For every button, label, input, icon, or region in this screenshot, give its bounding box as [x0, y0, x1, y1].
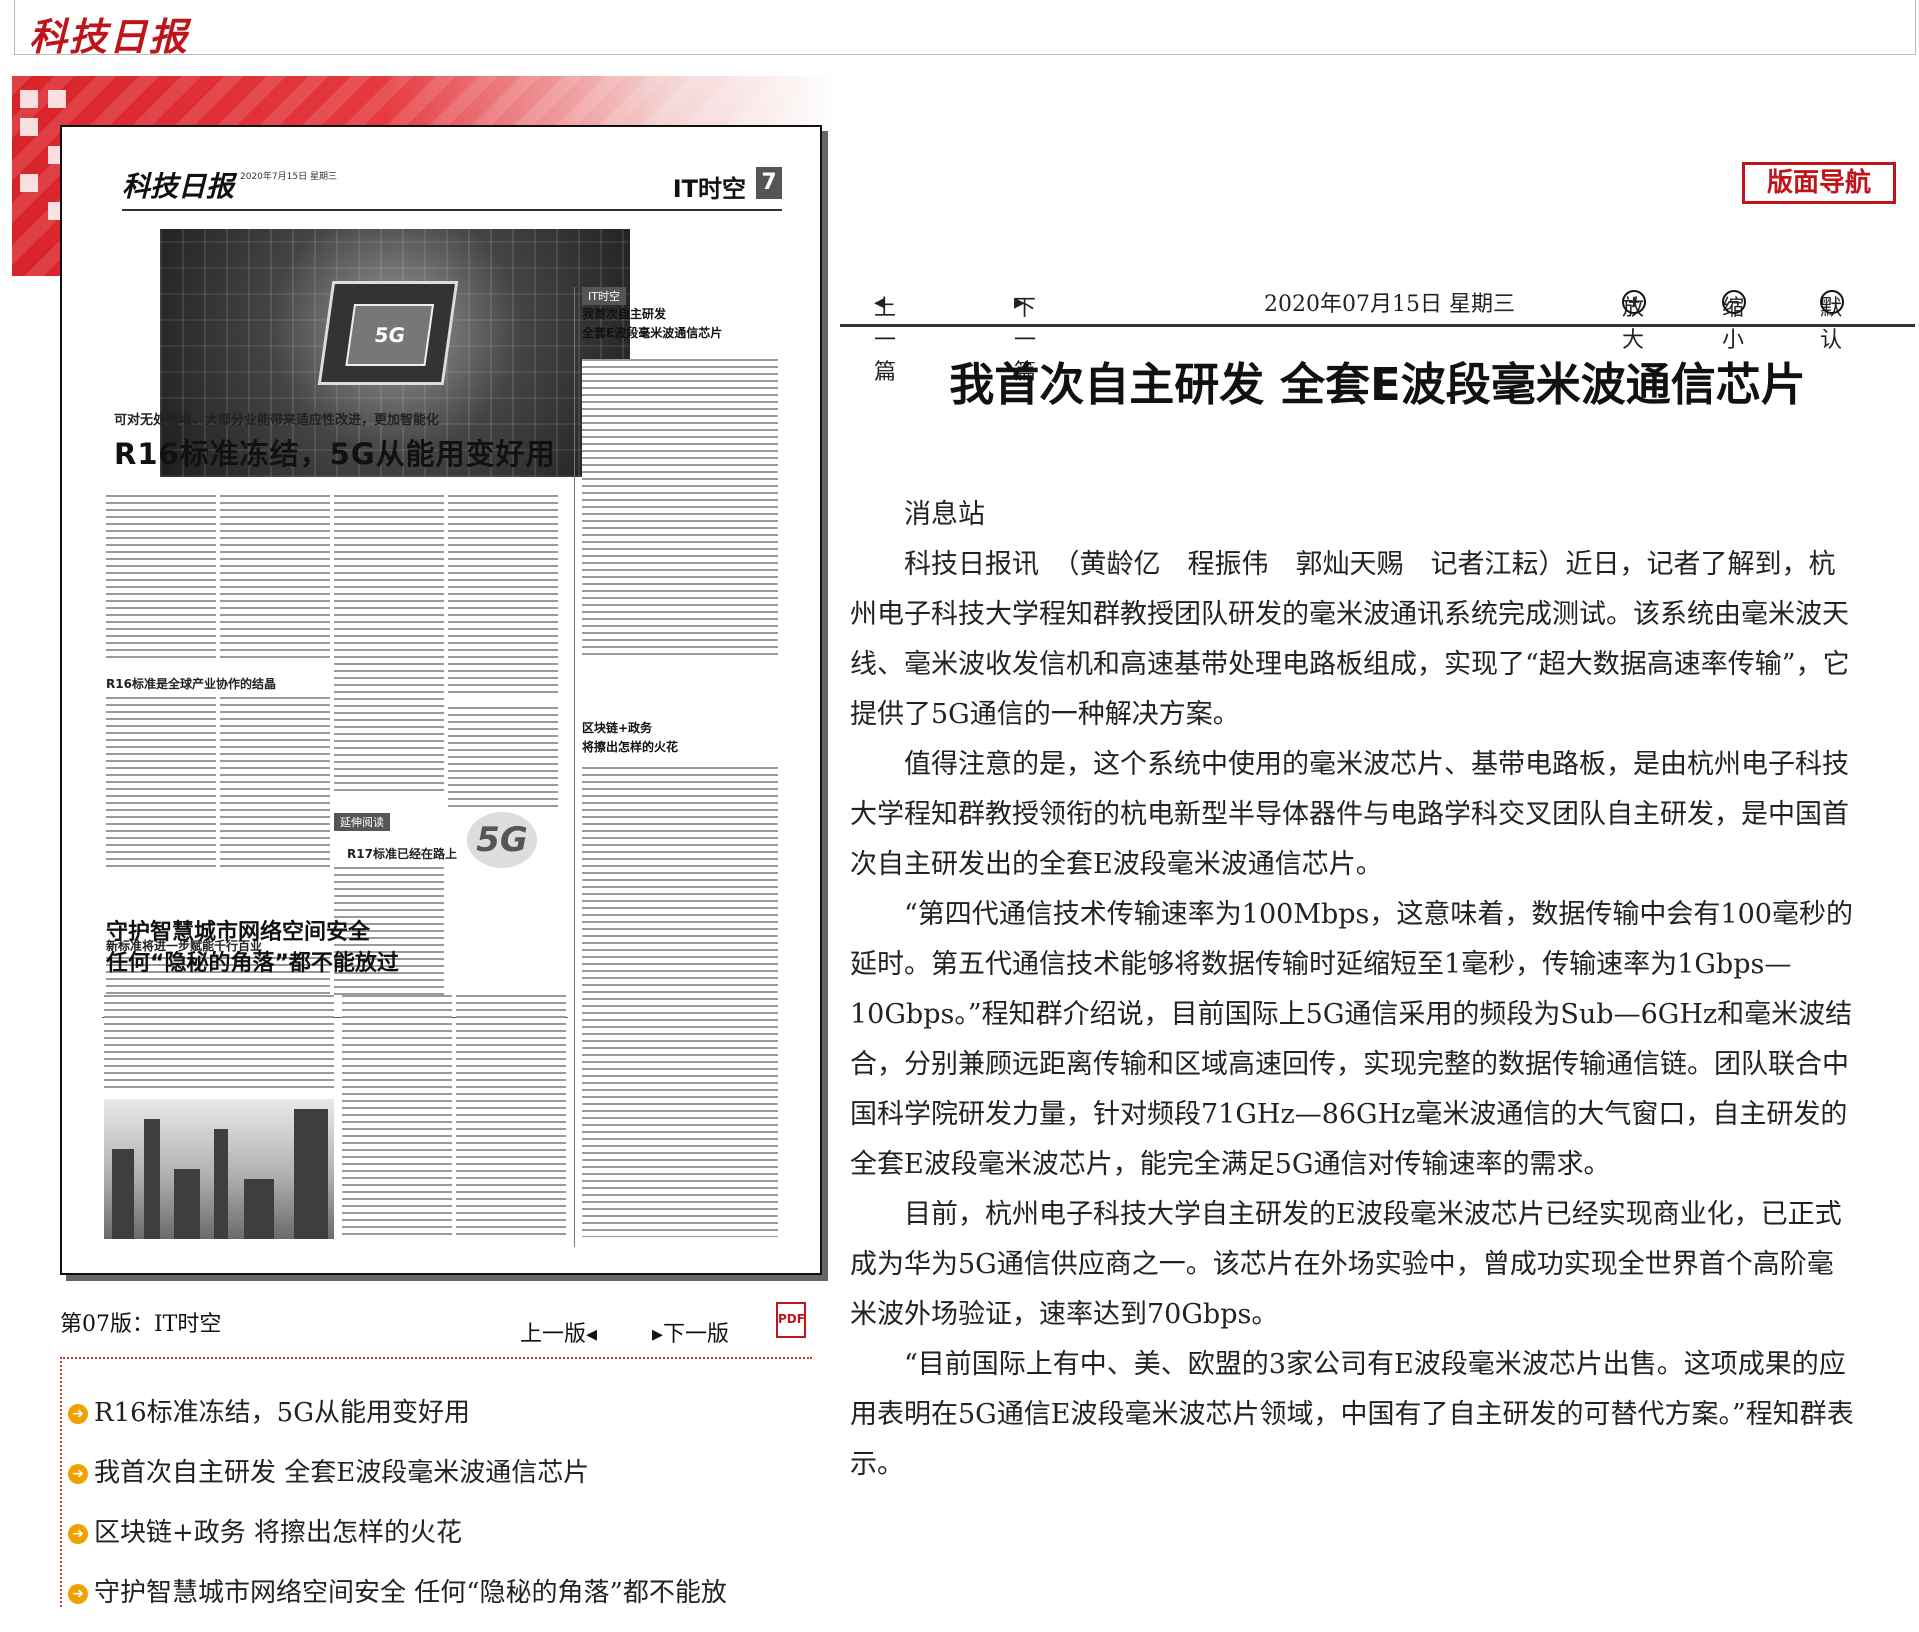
second-headline[interactable]: 守护智慧城市网络空间安全 任何“隐秘的角落”都不能放过	[106, 917, 436, 979]
minus-circle-icon: −	[1722, 290, 1746, 314]
pdf-download-icon[interactable]: PDF	[776, 1302, 806, 1338]
article-body: 消息站 科技日报讯 （黄龄亿 程振伟 郭灿天赐 记者江耘）近日，记者了解到，杭州…	[850, 490, 1860, 1490]
building-shape	[244, 1179, 274, 1239]
subhead-2: R17标准已经在路上	[347, 847, 457, 861]
building-shape	[112, 1149, 134, 1239]
banner-square	[20, 118, 38, 136]
text-column	[106, 495, 216, 663]
badge-5g: 5G	[467, 812, 537, 868]
next-edition-link[interactable]: ▸下一版	[652, 1316, 729, 1348]
building-shape	[174, 1169, 200, 1239]
article-nav-bar: ◂ 上一篇 下一篇 ▸ 2020年07月15日 星期三 放大 + 缩小 − 默认	[840, 282, 1915, 385]
lead-deck: 可对无处围墙、大部分业能带来适应性改进，更加智能化	[114, 413, 440, 428]
issue-date: 2020年07月15日 星期三	[1264, 292, 1515, 317]
plus-circle-icon: +	[1622, 290, 1646, 314]
site-logo[interactable]: 科技日报	[29, 6, 189, 61]
subhead-1: R16标准是全球产业协作的结晶	[106, 677, 276, 691]
arrow-right-icon: ▸	[652, 1322, 664, 1347]
chip-illustration: 5G	[317, 281, 459, 385]
banner-square	[20, 174, 38, 192]
caret-right-icon: ▸	[1014, 290, 1026, 315]
next-edition-label: 下一版	[663, 1322, 730, 1347]
paper-section-title: IT时空	[672, 175, 746, 203]
city-photo[interactable]	[104, 1099, 334, 1239]
prev-edition-label: 上一版	[520, 1322, 587, 1347]
paper-masthead: 科技日报 2020年7月15日 星期三 IT时空 7	[122, 165, 782, 211]
paper-date: 2020年7月15日 星期三	[240, 172, 337, 182]
arrow-bullet-icon: ➔	[68, 1584, 88, 1604]
article-list: ➔ R16标准冻结，5G从能用变好用 ➔ 我首次自主研发 全套E波段毫米波通信芯片 …	[68, 1392, 828, 1632]
text-column	[582, 359, 778, 659]
text-column	[448, 707, 558, 807]
building-shape	[144, 1119, 160, 1239]
building-shape	[214, 1129, 228, 1239]
banner-square	[20, 90, 38, 108]
text-column	[106, 697, 216, 867]
building-shape	[294, 1109, 328, 1239]
banner-square	[48, 90, 66, 108]
list-item[interactable]: ➔ 区块链+政务 将擦出怎样的火花	[68, 1512, 828, 1572]
list-item-label: 我首次自主研发 全套E波段毫米波通信芯片	[94, 1458, 590, 1488]
article-paragraph: 值得注意的是，这个系统中使用的毫米波芯片、基带电路板，是由杭州电子科技大学程知群…	[850, 749, 1849, 880]
circle-icon	[1820, 290, 1844, 314]
right-article-title-1[interactable]: 我首次自主研发 全套E波段毫米波通信芯片	[582, 305, 782, 343]
tag-news: IT时空	[582, 287, 626, 305]
text-column	[582, 767, 778, 1237]
tag-extended-reading: 延伸阅读	[334, 813, 390, 831]
article-paragraph: 科技日报讯 （黄龄亿 程振伟 郭灿天赐 记者江耘）近日，记者了解到，杭州电子科技…	[850, 549, 1850, 730]
edition-label: 第07版：IT时空	[60, 1312, 222, 1337]
text-column	[456, 995, 566, 1235]
text-column	[220, 495, 330, 663]
page-navigation-button[interactable]: 版面导航	[1742, 162, 1896, 204]
list-item[interactable]: ➔ R16标准冻结，5G从能用变好用	[68, 1392, 828, 1452]
text-column	[342, 995, 452, 1235]
dotted-divider	[60, 1357, 812, 1359]
paper-page-number: 7	[756, 167, 782, 199]
column-divider	[574, 287, 575, 1247]
top-header: 科技日报	[14, 0, 1916, 59]
article-paragraph: “第四代通信技术传输速率为100Mbps，这意味着，数据传输中会有100毫秒的延…	[850, 899, 1853, 1180]
article-paragraph: 消息站	[904, 499, 985, 530]
right-article-title-2[interactable]: 区块链+政务 将擦出怎样的火花	[582, 719, 782, 757]
article-title: 我首次自主研发 全套E波段毫米波通信芯片	[949, 358, 1806, 411]
arrow-left-icon: ◂	[586, 1322, 598, 1347]
list-item-label: 区块链+政务 将擦出怎样的火花	[94, 1518, 463, 1548]
text-column	[334, 495, 444, 795]
dotted-divider-vertical	[60, 1357, 62, 1607]
list-item[interactable]: ➔ 守护智慧城市网络空间安全 任何“隐秘的角落”都不能放	[68, 1572, 828, 1632]
lead-headline[interactable]: R16标准冻结，5G从能用变好用	[114, 431, 556, 473]
arrow-bullet-icon: ➔	[68, 1464, 88, 1484]
text-column	[220, 697, 330, 867]
text-column	[104, 995, 334, 1091]
list-item-label: R16标准冻结，5G从能用变好用	[94, 1398, 470, 1428]
text-column	[448, 495, 558, 695]
list-item[interactable]: ➔ 我首次自主研发 全套E波段毫米波通信芯片	[68, 1452, 828, 1512]
paper-logo: 科技日报	[122, 170, 235, 203]
newspaper-page-image[interactable]: 科技日报 2020年7月15日 星期三 IT时空 7 5G 可对无处围墙、大部分…	[60, 125, 822, 1275]
prev-edition-link[interactable]: 上一版◂	[520, 1316, 597, 1348]
chip-5g-label: 5G	[345, 304, 435, 366]
list-item-label: 守护智慧城市网络空间安全 任何“隐秘的角落”都不能放	[94, 1578, 727, 1608]
article-paragraph: “目前国际上有中、美、欧盟的3家公司有E波段毫米波芯片出售。这项成果的应用表明在…	[850, 1349, 1854, 1480]
article-paragraph: 目前，杭州电子科技大学自主研发的E波段毫米波芯片已经实现商业化，已正式成为华为5…	[850, 1199, 1842, 1330]
arrow-bullet-icon: ➔	[68, 1404, 88, 1424]
arrow-bullet-icon: ➔	[68, 1524, 88, 1544]
